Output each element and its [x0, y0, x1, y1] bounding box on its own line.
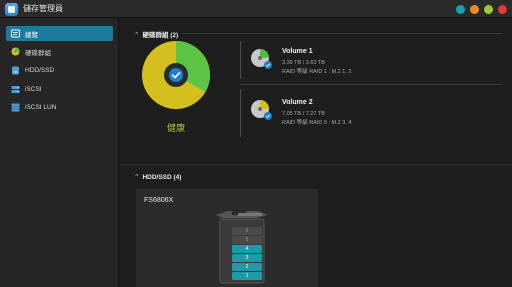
sidebar: 總覽 硬碟群組 HDD/SSD iSCSI iSCSI LUN	[0, 19, 119, 287]
volume-card-2[interactable]: Volume 2 7.05 TB / 7.27 TB RAID 等級 RAID …	[250, 98, 500, 138]
drive-bay-5[interactable]: 5	[232, 236, 262, 244]
drive-bay-label: 1	[245, 273, 249, 279]
collapse-caret-icon: ⌃	[134, 32, 140, 39]
volume-raid-level: RAID 等級 RAID 1 : M.2 1, 2	[282, 69, 352, 75]
drive-bay-2[interactable]: 2	[232, 263, 262, 271]
iscsi-icon	[11, 85, 20, 94]
sidebar-item-label: 硬碟群組	[25, 49, 51, 57]
section-divider	[182, 33, 502, 34]
window-control-teal[interactable]	[456, 5, 465, 14]
section-separator	[120, 164, 512, 165]
storage-pool-icon	[11, 47, 20, 56]
window-control-orange[interactable]	[470, 5, 479, 14]
window-controls	[456, 5, 507, 14]
device-model: FS6806X	[144, 197, 174, 204]
volume-capacity: 3.39 TB / 3.63 TB	[282, 60, 325, 66]
sidebar-item-label: 總覽	[25, 31, 38, 39]
hdd-section-header[interactable]: ⌃ HDD/SSD (4)	[134, 173, 181, 181]
sidebar-item-hdd-ssd[interactable]: HDD/SSD	[6, 63, 113, 78]
app-icon	[5, 3, 18, 16]
window-control-red[interactable]	[498, 5, 507, 14]
volume-name: Volume 2	[282, 99, 313, 106]
drive-bay-label: 5	[245, 237, 249, 243]
collapse-caret-icon: ⌃	[134, 174, 140, 181]
iscsi-lun-icon	[11, 103, 20, 112]
title-bar: 儲存管理員	[0, 0, 512, 18]
sidebar-item-label: HDD/SSD	[25, 67, 55, 74]
sidebar-item-iscsi-lun[interactable]: iSCSI LUN	[6, 100, 113, 115]
volume-disk-icon	[251, 100, 272, 120]
drive-bay-label: 3	[245, 255, 249, 261]
pool-health-status: 健康	[166, 123, 185, 133]
drive-bay-4[interactable]: 4	[232, 245, 262, 253]
volume-name: Volume 1	[282, 48, 313, 55]
window-control-yellow-green[interactable]	[484, 5, 493, 14]
sidebar-item-iscsi[interactable]: iSCSI	[6, 82, 113, 97]
drive-bay-label: 6	[245, 228, 249, 234]
drive-bay-label: 4	[245, 246, 249, 252]
sidebar-item-storage-pool[interactable]: 硬碟群組	[6, 44, 113, 59]
volume-disk-icon	[251, 49, 272, 69]
overview-icon	[11, 29, 20, 38]
volume-raid-level: RAID 等級 RAID 0 : M.2 3, 4	[282, 120, 352, 126]
drive-bay-6[interactable]: 6	[232, 227, 262, 235]
volume-capacity: 7.05 TB / 7.27 TB	[282, 111, 325, 117]
drive-bay-1[interactable]: 1	[232, 272, 262, 280]
volume-divider	[240, 89, 241, 137]
volume-card-1[interactable]: Volume 1 3.39 TB / 3.63 TB RAID 等級 RAID …	[250, 47, 500, 87]
sidebar-item-label: iSCSI LUN	[25, 104, 57, 111]
storage-usage-donut	[140, 39, 212, 111]
sidebar-item-label: iSCSI	[25, 86, 42, 93]
storage-pool-section-header[interactable]: ⌃ 硬碟群組 (2)	[134, 29, 178, 39]
app-title: 儲存管理員	[23, 4, 63, 13]
drive-bay-label: 2	[245, 264, 249, 270]
drive-bay-3[interactable]: 3	[232, 254, 262, 262]
main-content: ⌃ 硬碟群組 (2) 健康 Volume 1 3.39 TB / 3.63 TB …	[120, 19, 512, 287]
healthy-check-icon	[169, 68, 183, 82]
sidebar-item-overview[interactable]: 總覽	[6, 26, 113, 41]
hdd-icon	[11, 66, 20, 75]
volume-divider	[240, 41, 241, 79]
nas-device-card[interactable]: FS6806X 6 5 4 3 2 1	[136, 189, 318, 287]
